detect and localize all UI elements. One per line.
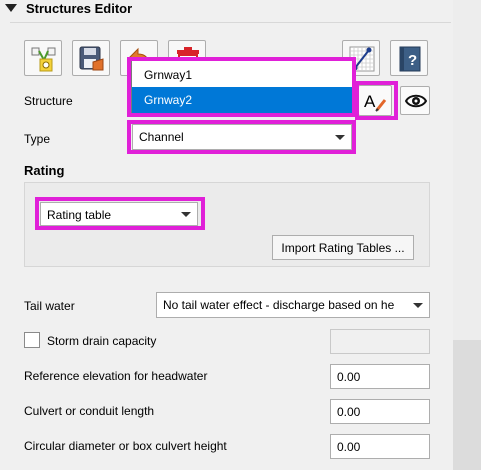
diameter-field[interactable]: 0.00 — [330, 434, 430, 459]
ref-elevation-field[interactable]: 0.00 — [330, 364, 430, 389]
type-label: Type — [24, 132, 51, 146]
tail-water-combobox[interactable]: No tail water effect - discharge based o… — [156, 292, 430, 318]
rating-heading: Rating — [24, 163, 65, 178]
chevron-down-icon — [413, 303, 423, 308]
culvert-length-label: Culvert or conduit length — [24, 404, 155, 418]
collapse-arrow-icon[interactable] — [5, 4, 17, 12]
diameter-label: Circular diameter or box culvert height — [24, 439, 227, 453]
chevron-down-icon — [335, 135, 345, 140]
tail-water-label: Tail water — [24, 299, 75, 313]
svg-text:A: A — [364, 92, 376, 111]
view-structure-button[interactable] — [400, 86, 430, 115]
structure-label: Structure — [24, 94, 73, 108]
panel-header[interactable]: Structures Editor — [0, 0, 481, 20]
help-book-icon: ? — [399, 46, 421, 72]
import-rating-tables-button[interactable]: Import Rating Tables ... — [272, 235, 414, 260]
rating-value: Rating table — [47, 208, 112, 222]
type-value: Channel — [139, 130, 184, 144]
storm-drain-checkbox[interactable] — [24, 332, 40, 348]
culvert-length-field[interactable]: 0.00 — [330, 399, 430, 424]
scrollbar-thumb[interactable] — [453, 0, 481, 340]
add-structure-button[interactable] — [24, 40, 62, 76]
rating-combobox[interactable]: Rating table — [40, 202, 198, 226]
ref-elevation-label: Reference elevation for headwater — [24, 369, 208, 383]
eye-icon — [405, 94, 427, 108]
help-button[interactable]: ? — [390, 40, 428, 76]
save-icon — [79, 46, 104, 71]
structure-option-selected[interactable]: Grnway2 — [132, 87, 352, 113]
scrollbar[interactable] — [453, 0, 481, 470]
svg-text:?: ? — [408, 52, 417, 69]
add-node-icon — [31, 47, 56, 72]
rename-structure-button[interactable]: A — [358, 85, 392, 116]
type-combobox[interactable]: Channel — [132, 124, 352, 150]
storm-drain-label: Storm drain capacity — [47, 334, 157, 348]
storm-drain-capacity-field — [330, 329, 430, 354]
save-button[interactable] — [72, 40, 110, 76]
structure-option[interactable]: Grnway1 — [132, 62, 352, 88]
scrollbar-track-lower — [453, 340, 481, 470]
panel-title: Structures Editor — [26, 1, 133, 16]
tail-water-value: No tail water effect - discharge based o… — [163, 298, 395, 312]
rename-icon: A — [364, 92, 387, 112]
header-divider — [10, 22, 451, 23]
structure-dropdown-list[interactable]: Grnway1 Grnway2 — [131, 60, 353, 114]
chevron-down-icon — [181, 212, 191, 217]
